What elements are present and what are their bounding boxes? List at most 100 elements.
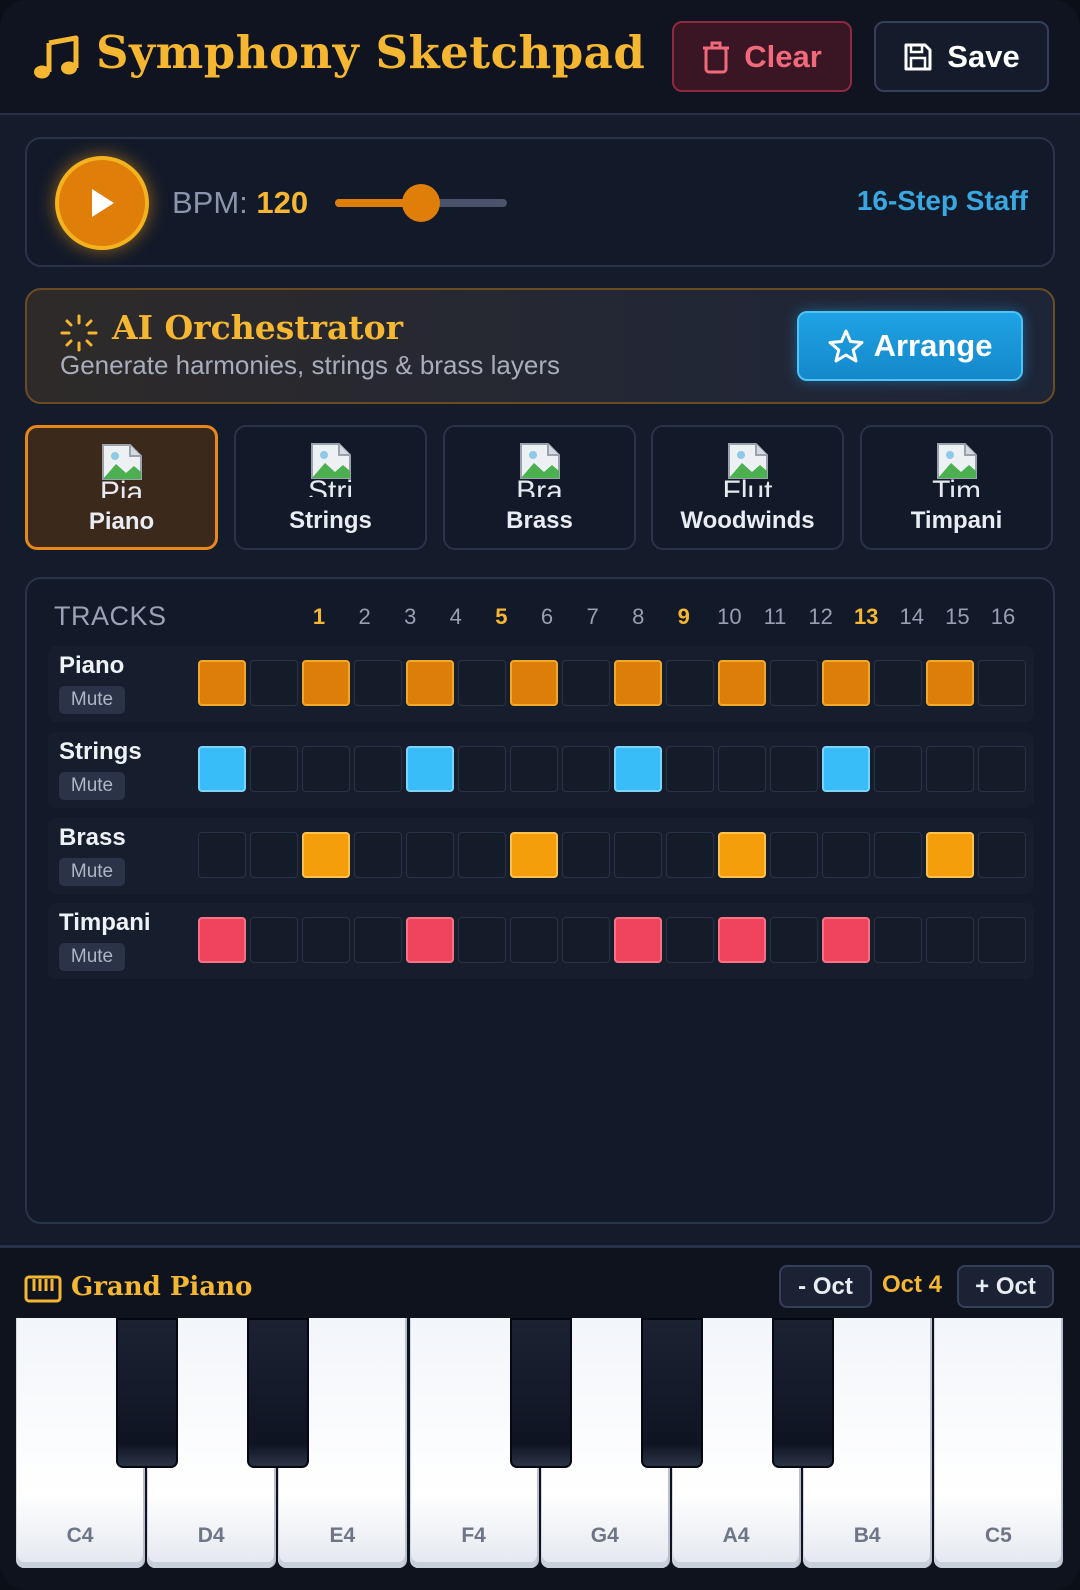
instrument-tab-piano[interactable]: Pia Piano (25, 425, 218, 550)
instrument-tab-woodwinds[interactable]: Flut Woodwinds (651, 425, 844, 550)
tempo-slider[interactable] (335, 184, 507, 222)
mute-button[interactable]: Mute (59, 686, 125, 714)
step-cell[interactable] (666, 832, 714, 878)
step-cell[interactable] (978, 660, 1026, 706)
step-cell[interactable] (250, 917, 298, 963)
track-name: Timpani (59, 909, 151, 936)
step-cell[interactable] (354, 746, 402, 792)
clear-button[interactable]: Clear (672, 21, 852, 92)
instrument-tab-strings[interactable]: Stri Strings (234, 425, 427, 550)
step-cell[interactable] (666, 917, 714, 963)
step-cell[interactable] (770, 832, 818, 878)
black-key[interactable] (641, 1318, 703, 1468)
step-cell[interactable] (302, 746, 350, 792)
step-cell[interactable] (406, 746, 454, 792)
step-cell[interactable] (510, 746, 558, 792)
step-cell[interactable] (718, 832, 766, 878)
step-cell[interactable] (250, 832, 298, 878)
step-cell[interactable] (978, 746, 1026, 792)
step-cell[interactable] (250, 746, 298, 792)
step-cell[interactable] (874, 832, 922, 878)
step-cell[interactable] (458, 832, 506, 878)
step-cell[interactable] (198, 660, 246, 706)
step-cell[interactable] (406, 660, 454, 706)
app-title: Symphony Sketchpad (96, 26, 646, 79)
step-cell[interactable] (822, 917, 870, 963)
black-key[interactable] (772, 1318, 834, 1468)
step-cell[interactable] (614, 917, 662, 963)
step-cell[interactable] (458, 746, 506, 792)
step-cell[interactable] (666, 746, 714, 792)
black-key[interactable] (247, 1318, 309, 1468)
bpm-readout: BPM: 120 (172, 185, 308, 221)
step-cell[interactable] (562, 746, 610, 792)
step-cell[interactable] (562, 917, 610, 963)
step-cell[interactable] (406, 917, 454, 963)
step-cell[interactable] (926, 917, 974, 963)
step-cell[interactable] (874, 917, 922, 963)
step-cell[interactable] (250, 660, 298, 706)
step-cell[interactable] (614, 832, 662, 878)
staff-mode-label: 16-Step Staff (856, 185, 1028, 216)
step-cell[interactable] (822, 660, 870, 706)
step-cell[interactable] (198, 746, 246, 792)
white-key[interactable]: C5 (934, 1318, 1064, 1568)
step-cell[interactable] (562, 832, 610, 878)
instrument-tab-brass[interactable]: Bra Brass (443, 425, 636, 550)
step-cell[interactable] (926, 660, 974, 706)
step-cell[interactable] (354, 832, 402, 878)
step-cell[interactable] (354, 660, 402, 706)
black-key[interactable] (510, 1318, 572, 1468)
step-cell[interactable] (198, 832, 246, 878)
floppy-disk-icon (904, 43, 932, 70)
step-cell[interactable] (822, 832, 870, 878)
step-cell[interactable] (302, 917, 350, 963)
step-cell[interactable] (770, 917, 818, 963)
step-cell[interactable] (718, 917, 766, 963)
step-cell[interactable] (822, 746, 870, 792)
key-note-label: F4 (461, 1524, 486, 1547)
step-cell[interactable] (770, 746, 818, 792)
step-cell[interactable] (458, 660, 506, 706)
step-cell[interactable] (510, 832, 558, 878)
play-button[interactable] (55, 156, 149, 250)
octave-down-button[interactable]: - Oct (779, 1265, 872, 1308)
step-cell[interactable] (978, 917, 1026, 963)
save-button[interactable]: Save (874, 21, 1049, 92)
mute-button[interactable]: Mute (59, 943, 125, 971)
step-cell[interactable] (510, 660, 558, 706)
step-cell[interactable] (926, 746, 974, 792)
step-cell[interactable] (614, 746, 662, 792)
step-cell[interactable] (302, 660, 350, 706)
step-cell[interactable] (926, 832, 974, 878)
step-cell[interactable] (770, 660, 818, 706)
step-cell[interactable] (874, 746, 922, 792)
save-button-label: Save (947, 38, 1020, 74)
step-cell[interactable] (978, 832, 1026, 878)
black-key[interactable] (116, 1318, 178, 1468)
mute-button[interactable]: Mute (59, 858, 125, 886)
step-cell[interactable] (354, 917, 402, 963)
step-number: 11 (763, 604, 787, 629)
mute-button[interactable]: Mute (59, 772, 125, 800)
octave-up-button[interactable]: + Oct (957, 1265, 1054, 1308)
step-cell[interactable] (666, 660, 714, 706)
step-number: 5 (495, 604, 508, 629)
tempo-slider-thumb[interactable] (402, 184, 440, 222)
arrange-button[interactable]: Arrange (797, 311, 1023, 381)
header-bar: Symphony Sketchpad Clear Save (0, 0, 1080, 115)
bpm-label: BPM: (172, 185, 248, 220)
trash-icon (703, 41, 730, 73)
step-cell[interactable] (198, 917, 246, 963)
step-cell[interactable] (510, 917, 558, 963)
step-cell[interactable] (718, 746, 766, 792)
step-number: 14 (899, 604, 925, 629)
step-cell[interactable] (406, 832, 454, 878)
step-cell[interactable] (458, 917, 506, 963)
step-cell[interactable] (302, 832, 350, 878)
step-cell[interactable] (874, 660, 922, 706)
step-cell[interactable] (614, 660, 662, 706)
step-cell[interactable] (718, 660, 766, 706)
step-cell[interactable] (562, 660, 610, 706)
instrument-tab-timpani[interactable]: Tim Timpani (860, 425, 1053, 550)
